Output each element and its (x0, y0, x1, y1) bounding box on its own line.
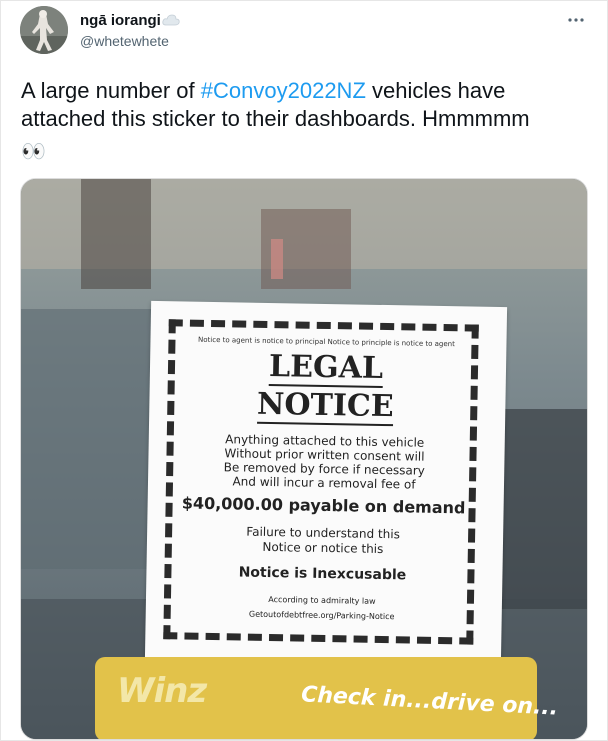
sticker-title-line2: NOTICE (256, 386, 394, 427)
legal-notice-sticker: Notice to agent is notice to principal N… (144, 300, 508, 668)
hashtag-link[interactable]: #Convoy2022NZ (201, 78, 366, 103)
cloud-icon (162, 14, 180, 26)
eyes-emoji: 👀 (21, 141, 46, 163)
more-icon[interactable] (566, 14, 586, 26)
user-handle[interactable]: @whetewhete (80, 33, 169, 49)
avatar[interactable] (20, 6, 68, 54)
tweet-text: A large number of #Convoy2022NZ vehicles… (21, 78, 530, 131)
sticker-title-line1: LEGAL (268, 348, 384, 388)
sticker-body: Anything attached to this vehicle Withou… (223, 432, 425, 492)
display-name[interactable]: ngā iorangi (80, 12, 161, 29)
tweet-photo[interactable]: Notice to agent is notice to principal N… (20, 178, 588, 740)
winz-logo: Winz (117, 671, 207, 711)
sticker-failure: Failure to understand this Notice or not… (246, 524, 401, 557)
